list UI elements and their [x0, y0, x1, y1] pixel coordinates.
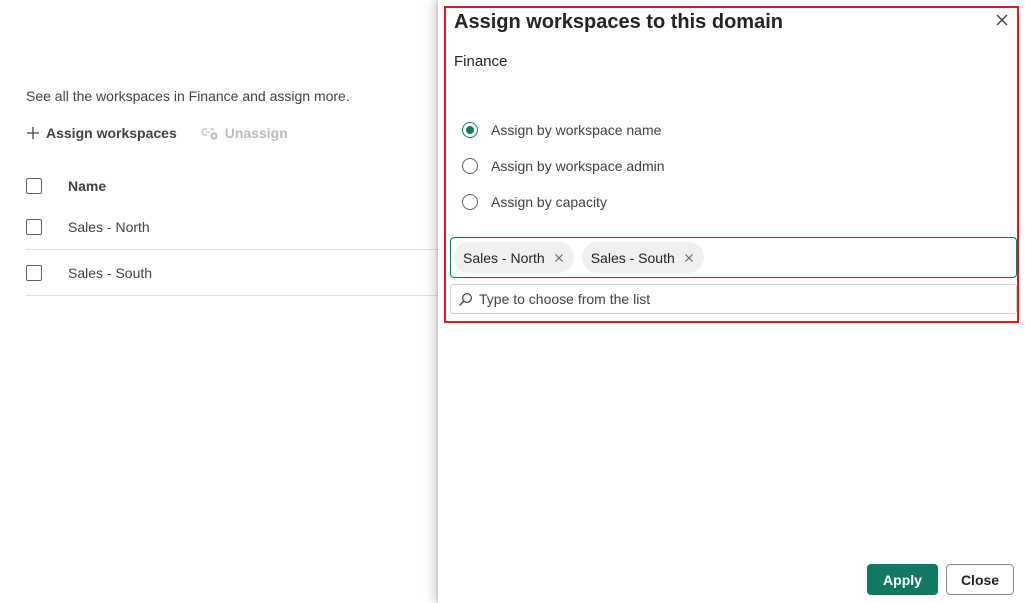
select-all-checkbox[interactable]: [26, 178, 42, 194]
unassign-button[interactable]: Unassign: [201, 125, 288, 141]
row-checkbox[interactable]: [26, 264, 42, 281]
page-description: See all the workspaces in Finance and as…: [26, 88, 350, 104]
column-header-name: Name: [68, 178, 107, 194]
remove-chip-icon[interactable]: [684, 253, 694, 263]
domain-name: Finance: [454, 53, 508, 70]
search-icon: [458, 292, 473, 307]
radio-label: Assign by workspace admin: [491, 158, 665, 174]
chip-label: Sales - North: [463, 249, 545, 266]
radio-assign-by-workspace-admin[interactable]: Assign by workspace admin: [462, 154, 665, 178]
radio-assign-by-workspace-name[interactable]: Assign by workspace name: [462, 118, 665, 142]
workspace-name-cell: Sales - South: [68, 264, 153, 281]
assign-workspaces-button[interactable]: Assign workspaces: [26, 125, 177, 141]
assign-workspaces-label: Assign workspaces: [46, 125, 177, 141]
table-row[interactable]: Sales - North: [26, 204, 440, 250]
app-root: See all the workspaces in Finance and as…: [0, 0, 1025, 603]
selected-workspaces-picker[interactable]: Sales - North Sales - South: [450, 237, 1017, 278]
table-header-row: Name: [26, 168, 440, 204]
workspace-chip: Sales - North: [454, 242, 574, 273]
radio-button[interactable]: [462, 158, 478, 174]
domain-workspaces-page: See all the workspaces in Finance and as…: [0, 0, 440, 603]
close-icon[interactable]: [994, 12, 1010, 28]
workspace-search-box: [450, 284, 1017, 314]
plus-icon: [26, 126, 40, 140]
radio-button[interactable]: [462, 122, 478, 138]
chip-label: Sales - South: [590, 249, 675, 266]
radio-assign-by-capacity[interactable]: Assign by capacity: [462, 190, 665, 214]
radio-label: Assign by capacity: [491, 194, 607, 210]
radio-label: Assign by workspace name: [491, 122, 662, 138]
close-button[interactable]: Close: [946, 564, 1014, 595]
workspace-name-cell: Sales - North: [68, 218, 150, 235]
assign-method-radio-group: Assign by workspace name Assign by works…: [462, 118, 665, 226]
workspace-search-input[interactable]: [479, 291, 999, 307]
table-row[interactable]: Sales - South: [26, 250, 440, 296]
unassign-label: Unassign: [224, 125, 288, 141]
workspace-chip: Sales - South: [581, 242, 704, 273]
radio-button[interactable]: [462, 194, 478, 210]
assign-workspaces-panel: Assign workspaces to this domain Finance…: [438, 0, 1025, 603]
apply-button[interactable]: Apply: [867, 564, 938, 595]
workspace-toolbar: Assign workspaces Unassign: [26, 122, 312, 144]
remove-chip-icon[interactable]: [554, 253, 564, 263]
row-checkbox[interactable]: [26, 218, 42, 235]
panel-title: Assign workspaces to this domain: [454, 11, 783, 33]
workspaces-table: Name Sales - North Sales - South: [26, 168, 440, 296]
unlink-icon: [201, 125, 219, 141]
